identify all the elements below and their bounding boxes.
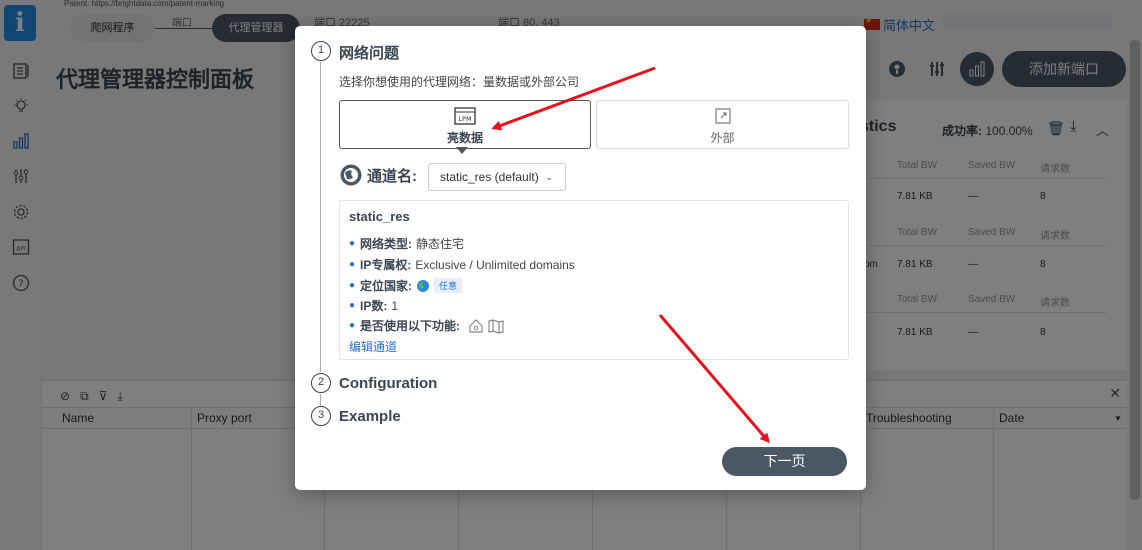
step-connector: [320, 394, 321, 406]
edit-channel-link[interactable]: 编辑通道: [349, 338, 397, 355]
selected-indicator: [456, 147, 468, 154]
channel-dropdown[interactable]: static_res (default) ⌄: [428, 163, 566, 191]
channel-name: static_res: [349, 209, 410, 224]
channel-details: static_res ● 网络类型: 静态住宅 ● IP专属权: Exclusive /…: [339, 200, 849, 360]
proxy-wizard-modal: 1 网络问题 选择你想使用的代理网络：量数据或外部公司 LPM 亮数据 外部 通…: [295, 26, 866, 490]
channel-row: 通道名:: [339, 163, 417, 187]
globe-icon: [417, 279, 430, 292]
option-external-label: 外部: [710, 131, 735, 145]
country-badge: 任意: [434, 278, 463, 293]
external-link-icon: [714, 107, 732, 130]
channel-dropdown-value: static_res (default): [440, 170, 539, 184]
step-3-title[interactable]: Example: [339, 408, 401, 425]
lpm-icon: LPM: [454, 107, 476, 130]
home-feature-icon: [469, 318, 483, 333]
map-feature-icon: [488, 318, 504, 334]
next-button[interactable]: 下一页: [722, 447, 847, 476]
detail-network-type: ● 网络类型: 静态住宅: [349, 237, 465, 251]
option-brightdata[interactable]: LPM 亮数据: [339, 100, 591, 149]
chevron-down-icon: ⌄: [545, 172, 553, 182]
step-connector: [320, 62, 321, 372]
step-2-circle: 2: [311, 373, 331, 393]
step-1-title: 网络问题: [339, 45, 400, 62]
step-1-description: 选择你想使用的代理网络：量数据或外部公司: [339, 75, 580, 89]
lpm-icon-text: LPM: [458, 115, 471, 123]
detail-country: ● 定位国家: 任意: [349, 277, 463, 294]
detail-ip-count: ● IP数: 1: [349, 298, 399, 314]
step-2-title[interactable]: Configuration: [339, 375, 437, 392]
step-3-circle: 3: [311, 406, 331, 426]
channel-globe-icon: [340, 164, 362, 186]
detail-ip-exclusive: ● IP专属权: Exclusive / Unlimited domains: [349, 257, 575, 273]
channel-label: 通道名:: [367, 167, 417, 185]
detail-features: ● 是否使用以下功能:: [349, 317, 504, 334]
option-brightdata-label: 亮数据: [446, 131, 483, 145]
option-external[interactable]: 外部: [596, 100, 849, 149]
step-1-circle: 1: [311, 41, 331, 61]
